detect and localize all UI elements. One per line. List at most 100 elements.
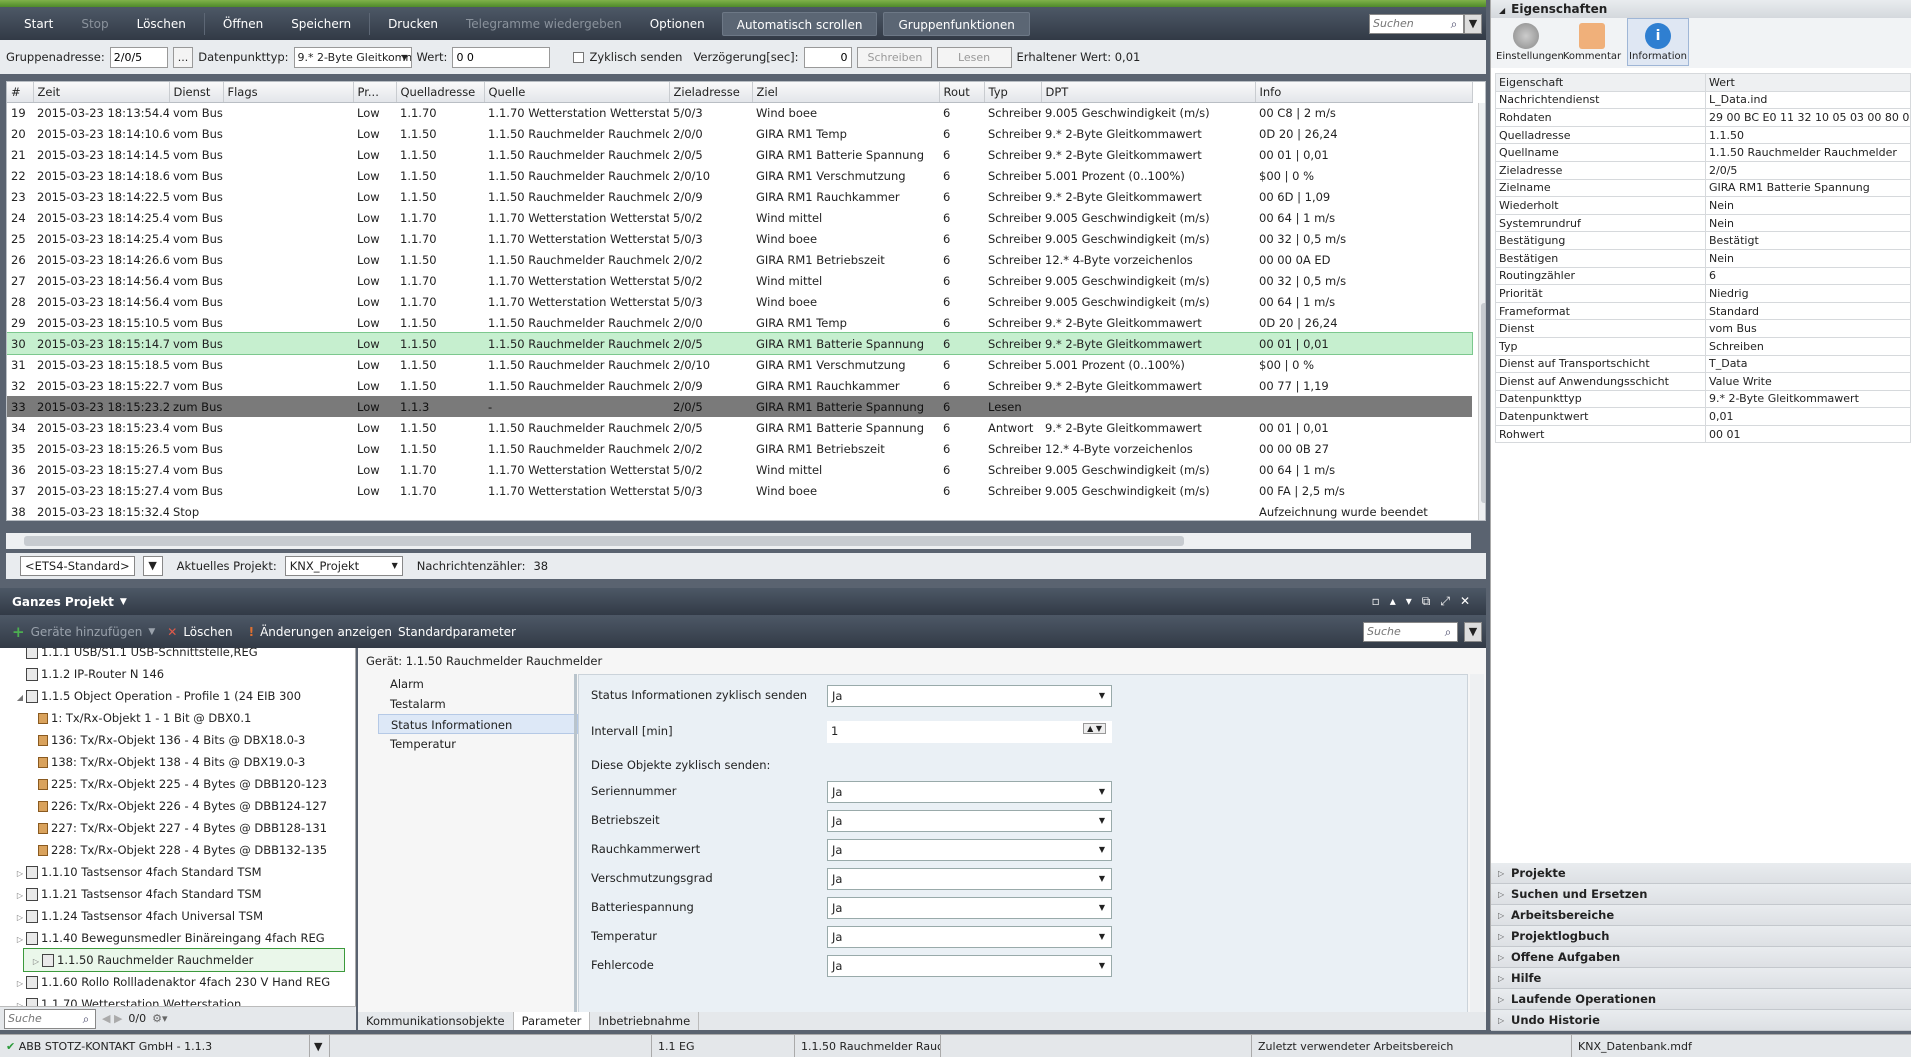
table-row[interactable]: 32 2015-03-23 18:15:22.719 vom Bus Low 1.1.5… (7, 375, 1472, 396)
add-devices-button[interactable]: Geräte hinzufügen (31, 625, 143, 639)
property-row[interactable]: Rohdaten 29 00 BC E0 11 32 10 05 03 00 80… (1495, 108, 1911, 127)
accordion-section[interactable]: ▷ Undo Historie (1491, 1010, 1911, 1031)
tree-node[interactable]: 225: Tx/Rx-Objekt 225 - 4 Bytes @ DBB120… (0, 773, 355, 795)
autoscroll-toggle[interactable]: Automatisch scrollen (721, 11, 878, 36)
tree-node[interactable]: ▷ 1.1.60 Rollo Rollladenaktor 4fach 230 V… (0, 971, 355, 993)
device-tab[interactable]: Inbetriebnahme (590, 1012, 700, 1030)
parameter-select[interactable]: Ja ▼ (827, 839, 1112, 861)
expand-icon[interactable]: ▷ (14, 907, 26, 929)
tree-search-input[interactable] (5, 1009, 77, 1028)
table-row[interactable]: 35 2015-03-23 18:15:26.596 vom Bus Low 1.1.5… (7, 438, 1472, 459)
column-header[interactable]: Flags (223, 82, 354, 103)
delay-input[interactable] (803, 46, 852, 68)
splitter[interactable] (574, 674, 577, 1014)
cyclic-checkbox[interactable] (573, 51, 585, 63)
tree-node[interactable]: 1.1.2 IP-Router N 146 (0, 663, 355, 685)
search-icon[interactable]: ⌕ (1439, 623, 1457, 641)
property-row[interactable]: Typ Schreiben (1495, 336, 1911, 356)
table-row[interactable]: 24 2015-03-23 18:14:25.409 vom Bus Low 1.1.7… (7, 207, 1472, 228)
settings-tab[interactable]: Einstellungen (1495, 18, 1564, 66)
information-tab[interactable]: i Information (1627, 18, 1689, 66)
parameter-select[interactable]: Ja ▼ (827, 868, 1112, 890)
write-button[interactable]: Schreiben (856, 46, 932, 68)
expand-icon[interactable]: ▷ (14, 885, 26, 907)
tree-node[interactable]: ▷ 1.1.10 Tastsensor 4fach Standard TSM (0, 861, 355, 883)
search-icon[interactable]: ⌕ (77, 1010, 95, 1028)
table-row[interactable]: 36 2015-03-23 18:15:27.462 vom Bus Low 1.1.7… (7, 459, 1472, 480)
group-functions-toggle[interactable]: Gruppenfunktionen (883, 11, 1030, 36)
open-button[interactable]: Öffnen (209, 12, 277, 36)
replay-button[interactable]: Telegramme wiedergeben (452, 12, 636, 36)
parameter-page-item[interactable]: Temperatur (378, 734, 578, 754)
stop-button[interactable]: Stop (67, 12, 122, 36)
prev-next-icon[interactable]: ◀ ▶ (102, 1012, 122, 1025)
table-row[interactable]: 23 2015-03-23 18:14:22.543 vom Bus Low 1.1.5… (7, 186, 1472, 207)
chevron-down-icon[interactable]: ▼ (310, 1034, 330, 1057)
datapoint-type-select[interactable]: 9.* 2-Byte Gleitkomm ▼ (293, 46, 412, 68)
tree-node[interactable]: ▷ 1.1.40 Bewegunsmedler Binäreingang 4fac… (0, 927, 355, 949)
scroll-thumb[interactable] (1481, 303, 1485, 503)
property-row[interactable]: Datenpunktwert 0,01 (1495, 407, 1911, 426)
gear-icon[interactable]: ⚙▾ (152, 1012, 167, 1025)
parameter-select[interactable]: Ja ▼ (827, 810, 1112, 832)
read-button[interactable]: Lesen (936, 46, 1012, 68)
parameter-page-item[interactable]: Testalarm (378, 694, 578, 714)
property-row[interactable]: Datenpunkttyp 9.* 2-Byte Gleitkommawert (1495, 389, 1911, 409)
parameter-page-item[interactable]: Status Informationen (378, 714, 578, 734)
comment-tab[interactable]: Kommentar (1561, 18, 1623, 66)
expand-icon[interactable]: ▷ (14, 973, 26, 995)
start-button[interactable]: Start (10, 12, 67, 36)
filter-icon[interactable]: ▼ (1464, 13, 1482, 34)
delete-button[interactable]: Löschen (183, 625, 232, 639)
property-row[interactable]: Rohwert 00 01 (1495, 424, 1911, 444)
accordion-section[interactable]: ▷ Projektlogbuch (1491, 926, 1911, 947)
project-title[interactable]: Ganzes Projekt (12, 595, 114, 609)
chevron-down-icon[interactable]: ▼ (142, 556, 163, 576)
table-row[interactable]: 26 2015-03-23 18:14:26.679 vom Bus Low 1.1.5… (7, 249, 1472, 270)
column-header[interactable]: Pr... (353, 82, 397, 103)
tree-node[interactable]: 1: Tx/Rx-Objekt 1 - 1 Bit @ DBX0.1 (0, 707, 355, 729)
project-select[interactable]: KNX_Projekt ▼ (284, 556, 403, 576)
tree-node[interactable]: 1.1.1 USB/S1.1 USB-Schnittstelle,REG (0, 648, 355, 663)
device-tab[interactable]: Kommunikationsobjekte (358, 1012, 514, 1030)
table-row[interactable]: 21 2015-03-23 18:14:14.534 vom Bus Low 1.1.5… (7, 144, 1472, 165)
project-search-input[interactable] (1364, 622, 1439, 641)
tree-node[interactable]: ▷ 1.1.70 Wetterstation Wetterstation (0, 993, 355, 1006)
property-row[interactable]: Bestätigung Bestätigt (1495, 231, 1911, 250)
property-row[interactable]: Zieladresse 2/0/5 (1495, 160, 1911, 180)
property-row[interactable]: Bestätigen Nein (1495, 248, 1911, 268)
tree-node[interactable]: 138: Tx/Rx-Objekt 138 - 4 Bits @ DBX19.0… (0, 751, 355, 773)
window-controls[interactable]: ▫▴▾⧉⤢✕ (1372, 594, 1486, 609)
print-button[interactable]: Drucken (374, 12, 452, 36)
expand-icon[interactable]: ▷ (14, 995, 26, 1006)
column-header[interactable]: Zeit (33, 82, 170, 103)
table-row[interactable]: 38 2015-03-23 18:15:32.480 Stop Aufzeichnun… (7, 501, 1472, 520)
expand-icon[interactable]: ◢ (14, 687, 26, 709)
accordion-section[interactable]: ▷ Offene Aufgaben (1491, 947, 1911, 968)
column-header[interactable]: Rout (939, 82, 985, 103)
accordion-section[interactable]: ▷ Hilfe (1491, 968, 1911, 989)
interval-stepper[interactable]: 1 ▲ ▼ (827, 721, 1112, 743)
tree-node[interactable]: 136: Tx/Rx-Objekt 136 - 4 Bits @ DBX18.0… (0, 729, 355, 751)
table-row[interactable]: 28 2015-03-23 18:14:56.458 vom Bus Low 1.1.7… (7, 291, 1472, 312)
column-header[interactable]: # (7, 82, 34, 103)
property-row[interactable]: Quellname 1.1.50 Rauchmelder Rauchmelder (1495, 143, 1911, 162)
parameter-select[interactable]: Ja ▼ (827, 955, 1112, 977)
table-row[interactable]: 19 2015-03-23 18:13:54.424 vom Bus Low 1.1.7… (7, 102, 1472, 123)
parameter-select[interactable]: Ja ▼ (827, 685, 1112, 707)
expand-icon[interactable]: ▷ (14, 863, 26, 885)
column-header[interactable]: Dienst (169, 82, 224, 103)
expand-icon[interactable]: ▷ (14, 929, 26, 951)
delete-button[interactable]: Löschen (123, 12, 200, 36)
tree-node[interactable]: ▷ 1.1.24 Tastsensor 4fach Universal TSM (0, 905, 355, 927)
accordion-section[interactable]: ▷ Projekte (1491, 863, 1911, 884)
chevron-down-icon[interactable]: ▼ (148, 627, 155, 637)
default-params-button[interactable]: Standardparameter (398, 625, 516, 639)
expand-icon[interactable]: ▷ (30, 951, 42, 973)
column-header[interactable]: DPT (1041, 82, 1256, 103)
property-row[interactable]: Quelladresse 1.1.50 (1495, 125, 1911, 145)
column-header[interactable]: Typ (984, 82, 1042, 103)
column-header[interactable]: Ziel (752, 82, 940, 103)
parameter-select[interactable]: Ja ▼ (827, 926, 1112, 948)
property-row[interactable]: Dienst auf Transportschicht T_Data (1495, 354, 1911, 374)
